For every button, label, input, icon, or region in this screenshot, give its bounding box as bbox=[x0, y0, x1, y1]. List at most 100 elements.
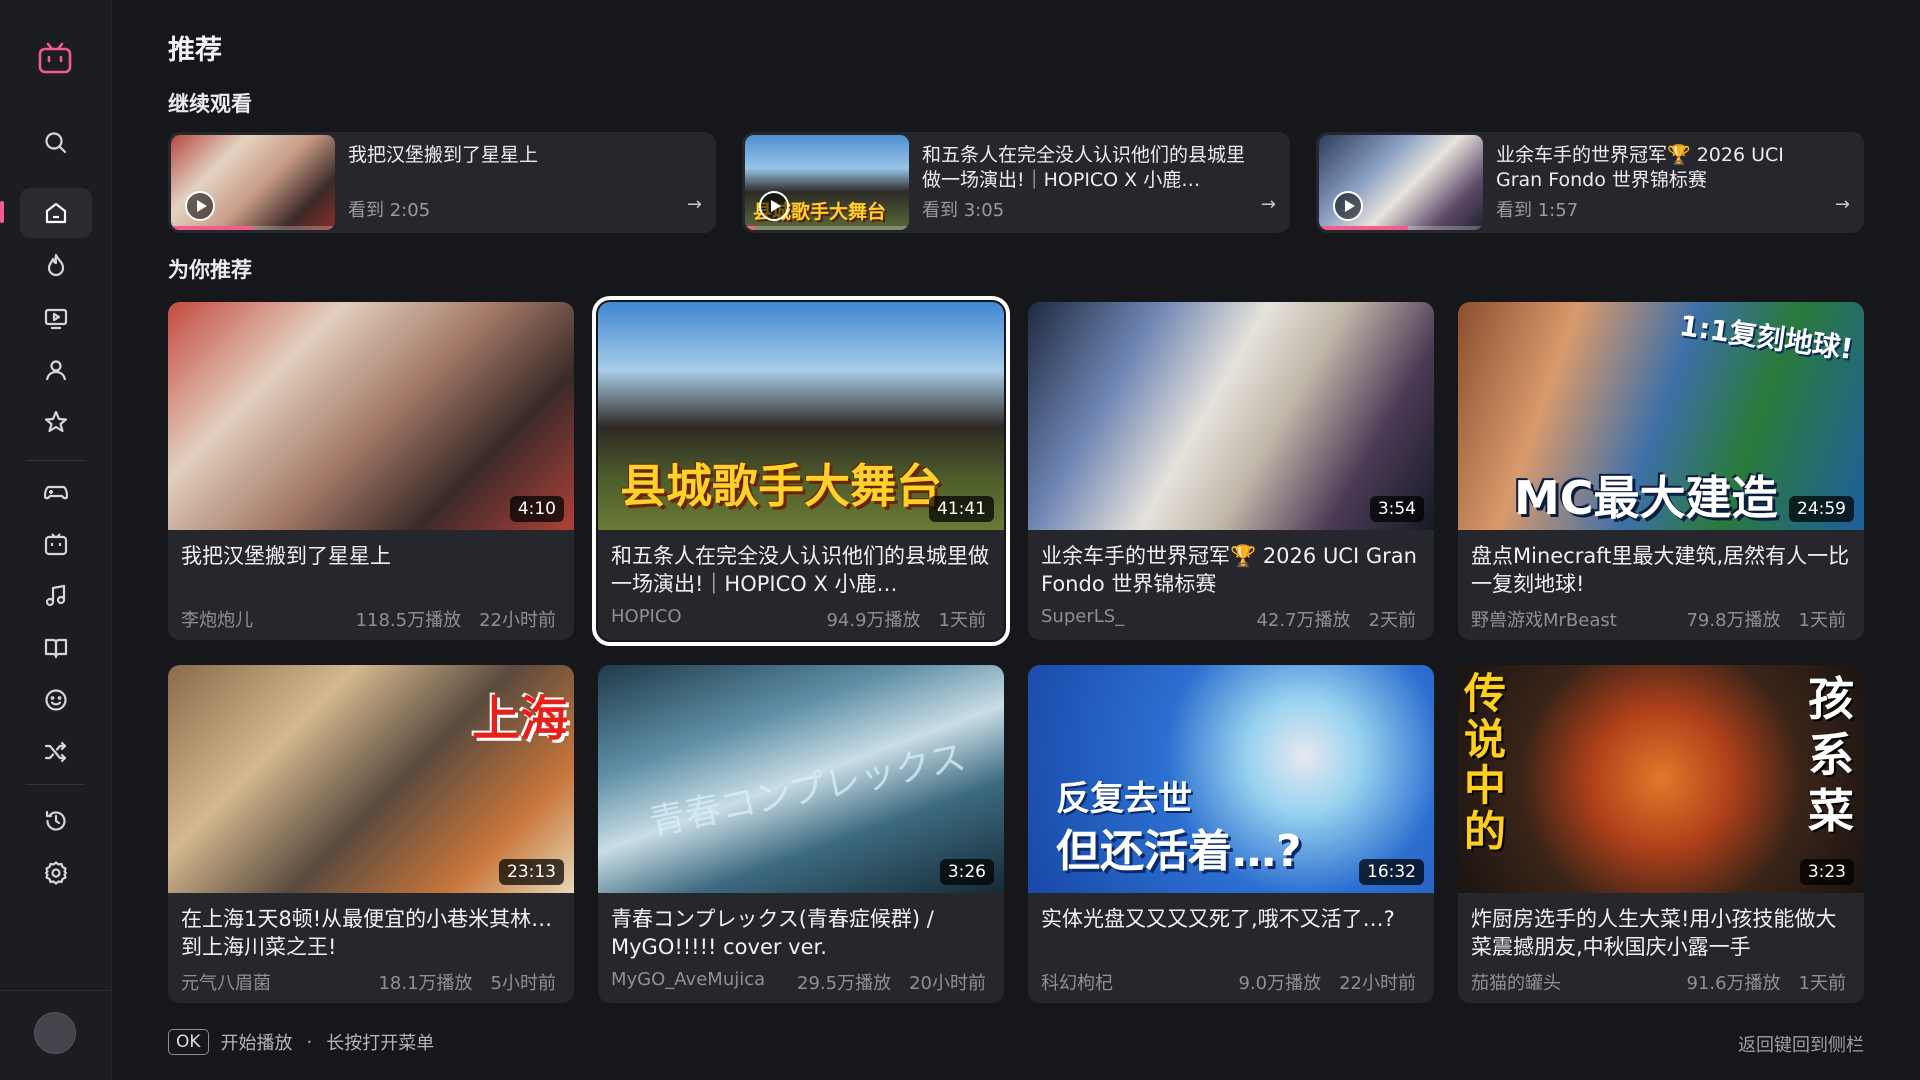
video-title: 和五条人在完全没人认识他们的县城里做一场演出!｜HOPICO X 小鹿… bbox=[611, 544, 989, 596]
view-count: 94.9万播放 bbox=[826, 610, 921, 631]
sidebar-divider bbox=[0, 990, 112, 991]
duration-badge: 3:26 bbox=[939, 859, 994, 885]
thumbnail-overlay-text: 青春コンプレックス bbox=[645, 736, 970, 844]
progress-track bbox=[745, 226, 909, 230]
view-count: 29.5万播放 bbox=[797, 973, 892, 994]
duration-badge: 4:10 bbox=[509, 496, 564, 522]
video-title: 我把汉堡搬到了星星上 bbox=[348, 144, 539, 166]
continue-watching-card[interactable]: 县城歌手大舞台 和五条人在完全没人认识他们的县城里做一场演出!｜HOPICO X… bbox=[742, 132, 1290, 233]
progress-bar bbox=[745, 226, 755, 230]
video-card[interactable]: 传说中的 孩系菜 3:23 炸厨房选手的人生大菜!用小孩技能做大菜震撼朋友,中秋… bbox=[1458, 665, 1864, 1003]
video-thumbnail: 传说中的 孩系菜 3:23 bbox=[1458, 665, 1864, 893]
book-icon[interactable] bbox=[20, 623, 92, 673]
continue-watching-title: 继续观看 bbox=[168, 92, 252, 116]
shuffle-icon[interactable] bbox=[20, 727, 92, 777]
video-thumbnail: 反复去世 但还活着…? 16:32 bbox=[1028, 665, 1434, 893]
uploader-name: 野兽游戏MrBeast bbox=[1471, 610, 1617, 631]
video-thumbnail: 县城歌手大舞台 41:41 bbox=[598, 302, 1004, 530]
view-count: 118.5万播放 bbox=[355, 610, 462, 631]
video-card[interactable]: 青春コンプレックス 3:26 青春コンプレックス(青春症候群) / MyGO!!… bbox=[598, 665, 1004, 1003]
ok-key-badge: OK bbox=[168, 1029, 209, 1055]
star-icon[interactable] bbox=[20, 397, 92, 447]
publish-time: 1天前 bbox=[1798, 973, 1846, 994]
long-press-label: 长按打开菜单 bbox=[326, 1033, 435, 1054]
uploader-name: 茄猫的罐头 bbox=[1471, 973, 1561, 994]
smile-icon[interactable] bbox=[20, 675, 92, 725]
video-title: 在上海1天8顿!从最便宜的小巷米其林…到上海川菜之王! bbox=[181, 907, 553, 959]
duration-badge: 16:32 bbox=[1359, 859, 1424, 885]
video-thumbnail: 1:1复刻地球! MC最大建造 24:59 bbox=[1458, 302, 1864, 530]
publish-time: 5小时前 bbox=[490, 973, 556, 994]
home-icon[interactable] bbox=[20, 188, 92, 238]
sidebar bbox=[0, 0, 112, 1080]
video-title: 实体光盘又又又又死了,哦不又活了…? bbox=[1041, 907, 1395, 931]
video-meta: 元气八眉菌 18.1万播放 5小时前 bbox=[181, 969, 556, 995]
video-card[interactable]: 县城歌手大舞台 41:41 和五条人在完全没人认识他们的县城里做一场演出!｜HO… bbox=[592, 296, 1010, 646]
search-icon[interactable] bbox=[20, 118, 92, 168]
history-icon[interactable] bbox=[20, 796, 92, 846]
video-title: 青春コンプレックス(青春症候群) / MyGO!!!!! cover ver. bbox=[611, 907, 934, 959]
music-note-icon[interactable] bbox=[20, 571, 92, 621]
play-icon bbox=[185, 191, 215, 221]
thumbnail-overlay-text: 孩系菜 bbox=[1808, 672, 1854, 838]
video-title: 盘点Minecraft里最大建筑,居然有人一比一复刻地球! bbox=[1471, 544, 1850, 596]
recommended-title: 为你推荐 bbox=[168, 258, 252, 282]
thumbnail-overlay-text: 1:1复刻地球! bbox=[1677, 308, 1856, 366]
thumbnail-overlay-text: 反复去世 bbox=[1056, 779, 1192, 819]
video-card[interactable]: 反复去世 但还活着…? 16:32 实体光盘又又又又死了,哦不又活了…? 科幻枸… bbox=[1028, 665, 1434, 1003]
video-thumbnail: 上海 23:13 bbox=[168, 665, 574, 893]
tv-logo-icon[interactable] bbox=[38, 42, 72, 74]
duration-badge: 3:54 bbox=[1369, 496, 1424, 522]
video-meta: MyGO_AveMujica 29.5万播放 20小时前 bbox=[611, 969, 986, 995]
video-thumbnail: 3:54 bbox=[1028, 302, 1434, 530]
page-title: 推荐 bbox=[168, 35, 222, 66]
video-thumbnail: 4:10 bbox=[168, 302, 574, 530]
watch-progress-text: 看到 3:05 bbox=[922, 200, 1005, 221]
video-card[interactable]: 1:1复刻地球! MC最大建造 24:59 盘点Minecraft里最大建筑,居… bbox=[1458, 302, 1864, 640]
uploader-name: 元气八眉菌 bbox=[181, 973, 271, 994]
video-card[interactable]: 上海 23:13 在上海1天8顿!从最便宜的小巷米其林…到上海川菜之王! 元气八… bbox=[168, 665, 574, 1003]
thumbnail-overlay-text: 但还活着…? bbox=[1056, 826, 1302, 877]
video-title: 业余车手的世界冠军🏆 2026 UCI Gran Fondo 世界锦标赛 bbox=[1496, 144, 1784, 191]
continue-watching-card[interactable]: 我把汉堡搬到了星星上 看到 2:05 → bbox=[168, 132, 716, 233]
tv-icon[interactable] bbox=[20, 519, 92, 569]
back-hint: 返回键回到侧栏 bbox=[1738, 1035, 1864, 1056]
gamepad-icon[interactable] bbox=[20, 467, 92, 517]
continue-watching-card[interactable]: 业余车手的世界冠军🏆 2026 UCI Gran Fondo 世界锦标赛 看到 … bbox=[1316, 132, 1864, 233]
video-card[interactable]: 4:10 我把汉堡搬到了星星上 李炮炮儿 118.5万播放 22小时前 bbox=[168, 302, 574, 640]
flame-icon[interactable] bbox=[20, 240, 92, 290]
hint-separator: · bbox=[306, 1031, 313, 1053]
thumbnail-overlay-text: 上海 bbox=[471, 691, 568, 747]
gear-icon[interactable] bbox=[20, 848, 92, 898]
thumbnail-overlay-text: 县城歌手大舞台 bbox=[620, 459, 942, 513]
uploader-name: 李炮炮儿 bbox=[181, 610, 253, 631]
live-tv-icon[interactable] bbox=[20, 293, 92, 343]
publish-time: 20小时前 bbox=[909, 973, 986, 994]
video-thumbnail bbox=[1319, 135, 1483, 230]
duration-badge: 3:23 bbox=[1799, 859, 1854, 885]
video-meta: HOPICO 94.9万播放 1天前 bbox=[611, 606, 986, 632]
duration-badge: 23:13 bbox=[499, 859, 564, 885]
play-icon bbox=[759, 191, 789, 221]
video-meta: 茄猫的罐头 91.6万播放 1天前 bbox=[1471, 969, 1846, 995]
publish-time: 1天前 bbox=[1798, 610, 1846, 631]
progress-bar bbox=[1319, 226, 1408, 230]
duration-badge: 41:41 bbox=[929, 496, 994, 522]
thumbnail-overlay-text: 传说中的 bbox=[1464, 669, 1507, 856]
view-count: 79.8万播放 bbox=[1686, 610, 1781, 631]
play-icon bbox=[1333, 191, 1363, 221]
sidebar-divider bbox=[26, 784, 84, 785]
video-title: 炸厨房选手的人生大菜!用小孩技能做大菜震撼朋友,中秋国庆小露一手 bbox=[1471, 907, 1837, 959]
publish-time: 1天前 bbox=[938, 610, 986, 631]
publish-time: 22小时前 bbox=[479, 610, 556, 631]
arrow-right-icon: → bbox=[1260, 194, 1276, 215]
view-count: 18.1万播放 bbox=[378, 973, 473, 994]
watch-progress-text: 看到 2:05 bbox=[348, 200, 431, 221]
arrow-right-icon: → bbox=[1834, 194, 1850, 215]
arrow-right-icon: → bbox=[686, 194, 702, 215]
video-card[interactable]: 3:54 业余车手的世界冠军🏆 2026 UCI Gran Fondo 世界锦标… bbox=[1028, 302, 1434, 640]
avatar[interactable] bbox=[34, 1012, 76, 1054]
video-meta: SuperLS_ 42.7万播放 2天前 bbox=[1041, 606, 1416, 632]
active-indicator bbox=[0, 201, 4, 223]
user-icon[interactable] bbox=[20, 345, 92, 395]
